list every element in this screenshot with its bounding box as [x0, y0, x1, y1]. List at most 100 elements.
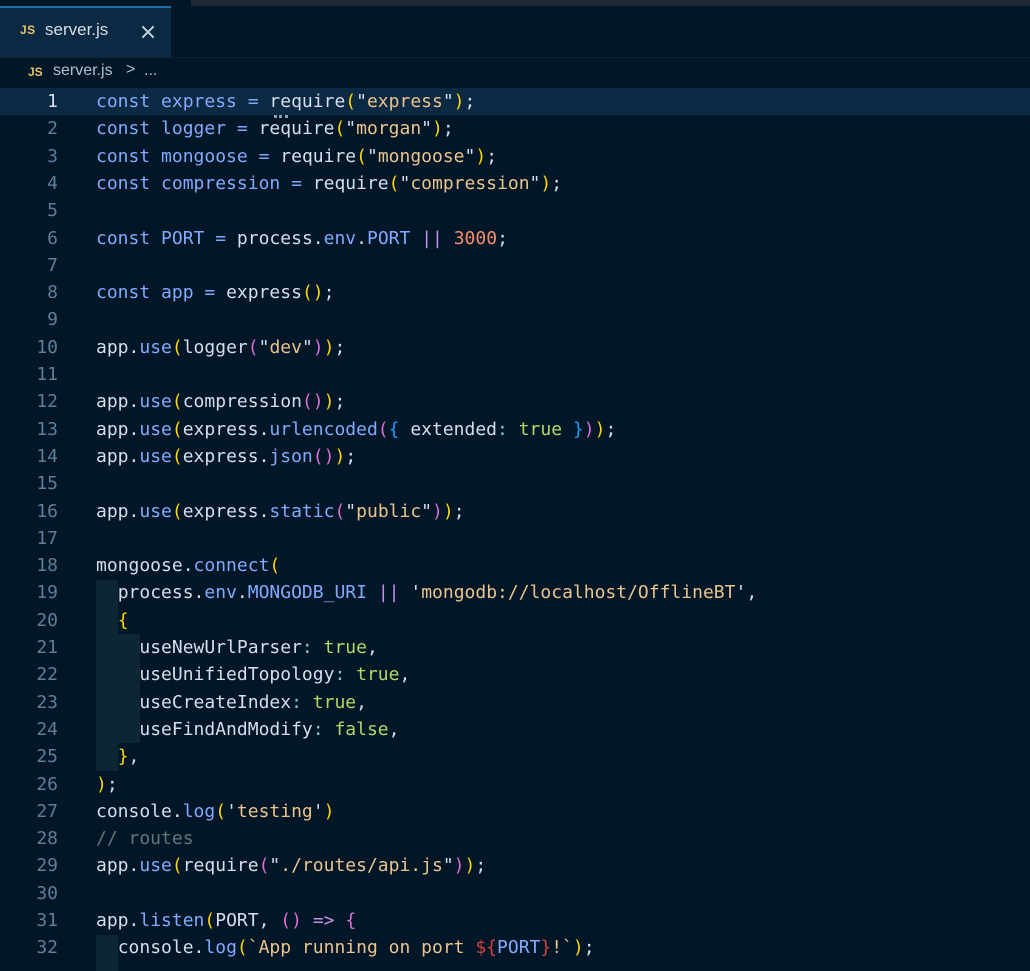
code-text: // routes [96, 828, 194, 850]
code-line[interactable]: 1 const express = require("express"); [0, 88, 1030, 116]
line-number: 9 [47, 309, 58, 331]
code-text: app.use(express.json()); [96, 445, 357, 467]
line-number: 6 [47, 227, 58, 249]
code-line[interactable]: 23 useCreateIndex: true, [0, 689, 1030, 716]
code-line[interactable]: 14 app.use(express.json()); [0, 443, 1030, 470]
line-number: 31 [36, 910, 58, 931]
code-text: { [117, 609, 129, 631]
code-text: useCreateIndex: true, [139, 691, 367, 713]
code-line[interactable]: 29 app.use(require("./routes/api.js")); [0, 852, 1030, 879]
javascript-file-icon: JS [28, 65, 43, 79]
code-line[interactable]: 9 [0, 306, 1030, 333]
line-number: 30 [36, 882, 58, 904]
code-line[interactable]: 16 app.use(express.static("public")); [0, 498, 1030, 525]
code-line[interactable]: 31 app.listen(PORT, () => { [0, 907, 1030, 934]
code-text: ); [96, 773, 118, 795]
code-text: app.use(logger("dev")); [96, 336, 346, 358]
code-line[interactable]: 8 const app = express(); [0, 279, 1030, 306]
code-line[interactable]: 24 useFindAndModify: false, [0, 716, 1030, 743]
code-line[interactable]: 4 const compression = require("compressio… [0, 170, 1030, 197]
tab-label: server.js [45, 20, 109, 39]
line-number: 23 [36, 691, 58, 713]
code-line[interactable]: 5 [0, 197, 1030, 224]
line-number: 13 [36, 418, 58, 440]
line-number: 26 [36, 773, 58, 795]
close-icon[interactable] [138, 21, 160, 43]
line-number: 11 [36, 364, 58, 385]
code-text: process.env.MONGODB_URI || 'mongodb://lo… [117, 582, 758, 604]
line-number: 29 [36, 855, 58, 877]
line-number: 24 [36, 718, 58, 740]
code-line[interactable]: 2 const logger = require("morgan"); [0, 115, 1030, 142]
breadcrumb-file[interactable]: server.js [53, 62, 113, 80]
line-number: 7 [47, 254, 58, 276]
code-text: app.listen(PORT, () => { [96, 910, 357, 931]
line-number: 14 [36, 445, 58, 467]
line-number: 3 [47, 145, 58, 167]
line-number: 8 [47, 282, 58, 304]
line-number: 28 [36, 828, 58, 850]
code-text: const app = express(); [96, 282, 335, 304]
code-text: const PORT = process.env.PORT || 3000; [96, 227, 508, 249]
code-text: app.use(compression()); [96, 391, 346, 413]
code-line[interactable]: 27 console.log('testing') [0, 798, 1030, 825]
code-line[interactable]: 10 app.use(logger("dev")); [0, 334, 1030, 361]
line-number: 4 [47, 172, 58, 194]
code-text: const mongoose = require("mongoose"); [96, 145, 498, 167]
breadcrumb-more[interactable]: ... [144, 62, 157, 80]
code-line[interactable]: 25 }, [0, 743, 1030, 770]
code-line[interactable]: 17 [0, 525, 1030, 552]
line-number: 15 [36, 473, 58, 495]
code-line[interactable]: 26); [0, 771, 1030, 798]
code-line[interactable]: 6 const PORT = process.env.PORT || 3000; [0, 225, 1030, 252]
code-line[interactable]: 12 app.use(compression()); [0, 388, 1030, 415]
code-line[interactable]: 15 [0, 470, 1030, 497]
code-line[interactable]: 18 mongoose.connect( [0, 552, 1030, 579]
line-number: 10 [36, 336, 58, 358]
code-text: useUnifiedTopology: true, [139, 664, 411, 686]
line-number: 22 [36, 664, 58, 686]
code-line[interactable]: 13 app.use(express.urlencoded({ extended:… [0, 416, 1030, 443]
line-number: 20 [36, 609, 58, 631]
code-text: }, [117, 746, 140, 768]
line-number: 21 [36, 637, 58, 658]
code-text: useFindAndModify: false, [139, 718, 400, 740]
code-text: app.use(require("./routes/api.js")); [96, 855, 487, 877]
line-number: 5 [47, 200, 58, 222]
code-line[interactable]: 7 [0, 252, 1030, 279]
code-line[interactable]: 20 { [0, 607, 1030, 634]
line-number: 18 [36, 555, 58, 577]
code-text: app.use(express.urlencoded({ extended: t… [96, 418, 617, 440]
line-number: 25 [36, 746, 58, 768]
chevron-right-icon: > [126, 61, 136, 78]
code-text: app.use(express.static("public")); [96, 500, 465, 522]
code-text: console.log('testing') [96, 800, 335, 822]
line-number: 1 [47, 91, 58, 112]
code-text: console.log(`App running on port ${PORT}… [117, 937, 595, 959]
code-line[interactable]: 32 console.log(`App running on port ${PO… [0, 934, 1030, 961]
code-text: mongoose.connect( [96, 555, 281, 577]
javascript-file-icon: JS [20, 23, 36, 37]
line-number: 27 [36, 800, 58, 822]
line-number: 2 [47, 118, 58, 140]
code-line[interactable]: 11 [0, 361, 1030, 388]
hint-dots-icon [274, 112, 288, 118]
code-line[interactable]: 28 // routes [0, 825, 1030, 852]
tab-server-js[interactable]: JS server.js [0, 6, 171, 57]
line-number: 17 [36, 527, 58, 549]
code-editor[interactable]: 1 const express = require("express"); 2 con… [0, 88, 1030, 971]
line-number: 12 [36, 391, 58, 413]
code-line[interactable]: 3 const mongoose = require("mongoose"); [0, 143, 1030, 170]
code-line[interactable]: 22 useUnifiedTopology: true, [0, 661, 1030, 688]
code-line[interactable]: 30 [0, 880, 1030, 907]
code-line[interactable]: 19 process.env.MONGODB_URI || 'mongodb:/… [0, 579, 1030, 606]
code-text: const logger = require("morgan"); [96, 118, 454, 140]
line-number: 19 [36, 582, 58, 604]
code-line[interactable]: 21 useNewUrlParser: true, [0, 634, 1030, 661]
tab-bar: JS server.js [0, 6, 1030, 58]
code-text: useNewUrlParser: true, [139, 637, 378, 658]
line-number: 32 [36, 937, 58, 959]
line-number: 16 [36, 500, 58, 522]
breadcrumb: JS server.js > ... [0, 58, 1030, 86]
code-text: const compression = require("compression… [96, 172, 563, 194]
